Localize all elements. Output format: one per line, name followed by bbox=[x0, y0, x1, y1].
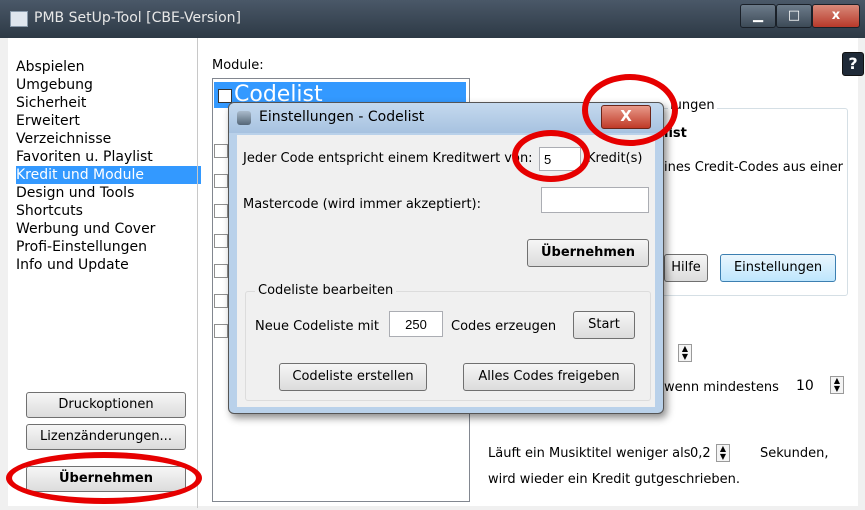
code-value-label: Jeder Code entspricht einem Kreditwert v… bbox=[243, 151, 533, 166]
module-info-group-title: lungen bbox=[668, 98, 717, 113]
sidebar-item-favoriten[interactable]: Favoriten u. Playlist bbox=[16, 148, 201, 166]
module-name-bold: list bbox=[664, 126, 687, 141]
new-list-count-input[interactable] bbox=[389, 311, 443, 337]
dialog-app-icon bbox=[237, 111, 251, 125]
short-track-unit: Sekunden, bbox=[760, 446, 829, 461]
dialog-title-bar: Einstellungen - Codelist X bbox=[229, 103, 663, 133]
sidebar-item-kredit-und-module[interactable]: Kredit und Module bbox=[16, 166, 201, 184]
mastercode-input[interactable] bbox=[541, 187, 649, 213]
module-checkbox-selected[interactable] bbox=[218, 89, 232, 103]
help-button[interactable]: ? bbox=[842, 52, 864, 76]
code-value-unit: Kredit(s) bbox=[587, 151, 643, 166]
new-list-suffix: Codes erzeugen bbox=[451, 319, 557, 334]
sidebar-item-sicherheit[interactable]: Sicherheit bbox=[16, 94, 201, 112]
credit-back-text: wird wieder ein Kredit gutgeschrieben. bbox=[488, 472, 740, 487]
short-track-label: Läuft ein Musiktitel weniger als bbox=[488, 446, 691, 461]
dialog-apply-button[interactable]: Übernehmen bbox=[527, 239, 649, 267]
min-credit-value: 10 bbox=[796, 378, 814, 394]
module-settings-button[interactable]: Einstellungen bbox=[720, 254, 836, 282]
sidebar-item-design-und-tools[interactable]: Design und Tools bbox=[16, 184, 201, 202]
dialog-body: Jeder Code entspricht einem Kreditwert v… bbox=[237, 135, 655, 407]
minimize-button[interactable]: ▁ bbox=[740, 4, 776, 28]
module-checkbox[interactable] bbox=[214, 204, 228, 218]
codelist-settings-dialog: Einstellungen - Codelist X Jeder Code en… bbox=[228, 102, 664, 414]
sidebar-item-umgebung[interactable]: Umgebung bbox=[16, 76, 201, 94]
mastercode-label: Mastercode (wird immer akzeptiert): bbox=[243, 197, 481, 212]
sidebar-apply-button[interactable]: Übernehmen bbox=[26, 466, 186, 492]
sidebar-item-profi-einstellungen[interactable]: Profi-Einstellungen bbox=[16, 238, 201, 256]
new-list-label: Neue Codeliste mit bbox=[255, 319, 379, 334]
credit-spinner[interactable]: ▲ ▼ bbox=[678, 344, 692, 362]
code-value-input[interactable] bbox=[539, 147, 581, 171]
module-checkbox[interactable] bbox=[214, 174, 228, 188]
min-credit-spinner[interactable]: ▲ ▼ bbox=[830, 376, 844, 394]
sidebar-item-info-und-update[interactable]: Info und Update bbox=[16, 256, 201, 274]
window-title: PMB SetUp-Tool [CBE-Version] bbox=[34, 10, 241, 26]
sidebar-nav: Abspielen Umgebung Sicherheit Erweitert … bbox=[16, 58, 201, 274]
dialog-close-button[interactable]: X bbox=[601, 105, 651, 129]
main-window: PMB SetUp-Tool [CBE-Version] ▁ □ x ? Abs… bbox=[0, 0, 865, 510]
module-checkbox[interactable] bbox=[214, 144, 228, 158]
module-description: ines Credit-Codes aus einer bbox=[664, 160, 844, 175]
sidebar-item-shortcuts[interactable]: Shortcuts bbox=[16, 202, 201, 220]
close-button[interactable]: x bbox=[812, 4, 860, 28]
maximize-button[interactable]: □ bbox=[776, 4, 812, 28]
modules-header: Module: bbox=[212, 58, 264, 73]
dialog-title: Einstellungen - Codelist bbox=[259, 109, 425, 125]
short-track-spinner[interactable]: ▲ ▼ bbox=[716, 444, 730, 462]
module-help-button[interactable]: Hilfe bbox=[664, 254, 708, 282]
short-track-value: 0,2 bbox=[690, 446, 711, 461]
sidebar-divider bbox=[197, 38, 198, 508]
release-all-codes-button[interactable]: Alles Codes freigeben bbox=[463, 363, 635, 391]
create-codelist-button[interactable]: Codeliste erstellen bbox=[279, 363, 427, 391]
app-icon bbox=[10, 11, 28, 27]
min-credit-label: wenn mindestens bbox=[664, 380, 779, 395]
title-bar: PMB SetUp-Tool [CBE-Version] ▁ □ x bbox=[0, 0, 865, 38]
license-changes-button[interactable]: Lizenzänderungen... bbox=[26, 424, 186, 450]
sidebar-item-werbung-und-cover[interactable]: Werbung und Cover bbox=[16, 220, 201, 238]
sidebar-item-abspielen[interactable]: Abspielen bbox=[16, 58, 201, 76]
start-button[interactable]: Start bbox=[573, 311, 635, 339]
module-checkbox[interactable] bbox=[214, 294, 228, 308]
print-options-button[interactable]: Druckoptionen bbox=[26, 392, 186, 418]
module-checkbox[interactable] bbox=[214, 324, 228, 338]
sidebar-item-erweitert[interactable]: Erweitert bbox=[16, 112, 201, 130]
sidebar-item-verzeichnisse[interactable]: Verzeichnisse bbox=[16, 130, 201, 148]
module-checkbox[interactable] bbox=[214, 264, 228, 278]
module-checkbox[interactable] bbox=[214, 234, 228, 248]
edit-codelist-group-title: Codeliste bearbeiten bbox=[255, 283, 397, 298]
